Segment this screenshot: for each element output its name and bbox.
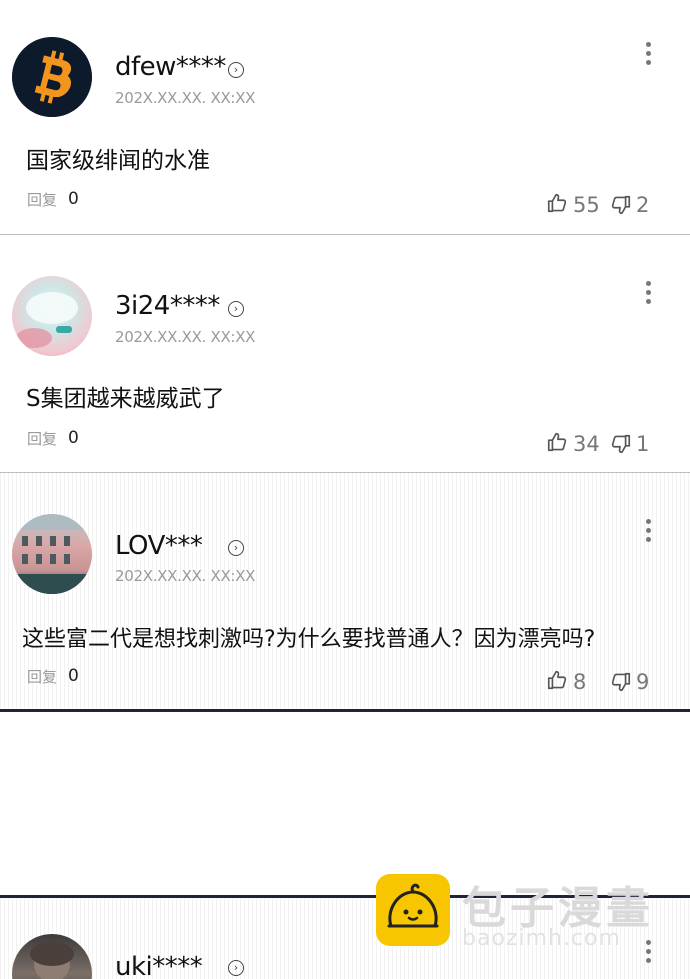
comment-text: 这些富二代是想找刺激吗?为什么要找普通人？因为漂亮吗? xyxy=(22,627,596,652)
reply-button[interactable]: 回复 xyxy=(27,666,57,687)
thumbs-down-icon[interactable] xyxy=(610,671,632,693)
bun-logo-icon xyxy=(376,874,450,946)
avatar[interactable] xyxy=(12,934,92,979)
dislike-count: 2 xyxy=(636,193,650,217)
thumbs-down-icon[interactable] xyxy=(610,194,632,216)
comment-text: 国家级绯闻的水准 xyxy=(26,148,210,174)
building-photo xyxy=(12,514,92,594)
timestamp: 202X.XX.XX. XX:XX xyxy=(115,89,256,107)
chevron-right-icon[interactable]: › xyxy=(228,540,244,556)
abstract-photo xyxy=(16,292,78,348)
chevron-right-icon[interactable]: › xyxy=(228,62,244,78)
comment-text: S集团越来越威武了 xyxy=(26,386,225,412)
more-options-icon[interactable] xyxy=(640,281,656,311)
comment-card: LOV*** › 202X.XX.XX. XX:XX 这些富二代是想找刺激吗?为… xyxy=(0,473,690,709)
like-count: 8 xyxy=(573,670,587,694)
username[interactable]: uki**** xyxy=(115,952,203,979)
bitcoin-icon xyxy=(12,37,92,117)
more-options-icon[interactable] xyxy=(640,940,656,970)
reply-button[interactable]: 回复 xyxy=(27,189,57,210)
timestamp: 202X.XX.XX. XX:XX xyxy=(115,328,256,346)
more-options-icon[interactable] xyxy=(640,42,656,72)
person-photo xyxy=(30,942,74,979)
username[interactable]: 3i24**** xyxy=(115,291,220,321)
avatar[interactable] xyxy=(12,514,92,594)
chevron-right-icon[interactable]: › xyxy=(228,301,244,317)
chevron-right-icon[interactable]: › xyxy=(228,960,244,976)
watermark-url: baozimh.com xyxy=(462,926,621,951)
blank-panel xyxy=(0,712,690,895)
like-count: 55 xyxy=(573,193,600,217)
dislike-count: 9 xyxy=(636,670,650,694)
avatar[interactable] xyxy=(12,37,92,117)
username[interactable]: LOV*** xyxy=(115,531,203,561)
reply-count: 0 xyxy=(68,666,79,686)
username[interactable]: dfew**** xyxy=(115,52,226,82)
dislike-count: 1 xyxy=(636,432,650,456)
comment-card: dfew**** › 202X.XX.XX. XX:XX 国家级绯闻的水准 回复… xyxy=(0,0,690,234)
reply-count: 0 xyxy=(68,428,79,448)
thumbs-up-icon[interactable] xyxy=(546,192,568,214)
timestamp: 202X.XX.XX. XX:XX xyxy=(115,567,256,585)
like-count: 34 xyxy=(573,432,600,456)
reply-count: 0 xyxy=(68,189,79,209)
reply-button[interactable]: 回复 xyxy=(27,428,57,449)
thumbs-up-icon[interactable] xyxy=(546,431,568,453)
avatar[interactable] xyxy=(12,276,92,356)
comment-card: 3i24**** › 202X.XX.XX. XX:XX S集团越来越威武了 回… xyxy=(0,235,690,472)
more-options-icon[interactable] xyxy=(640,519,656,549)
thumbs-up-icon[interactable] xyxy=(546,669,568,691)
thumbs-down-icon[interactable] xyxy=(610,433,632,455)
